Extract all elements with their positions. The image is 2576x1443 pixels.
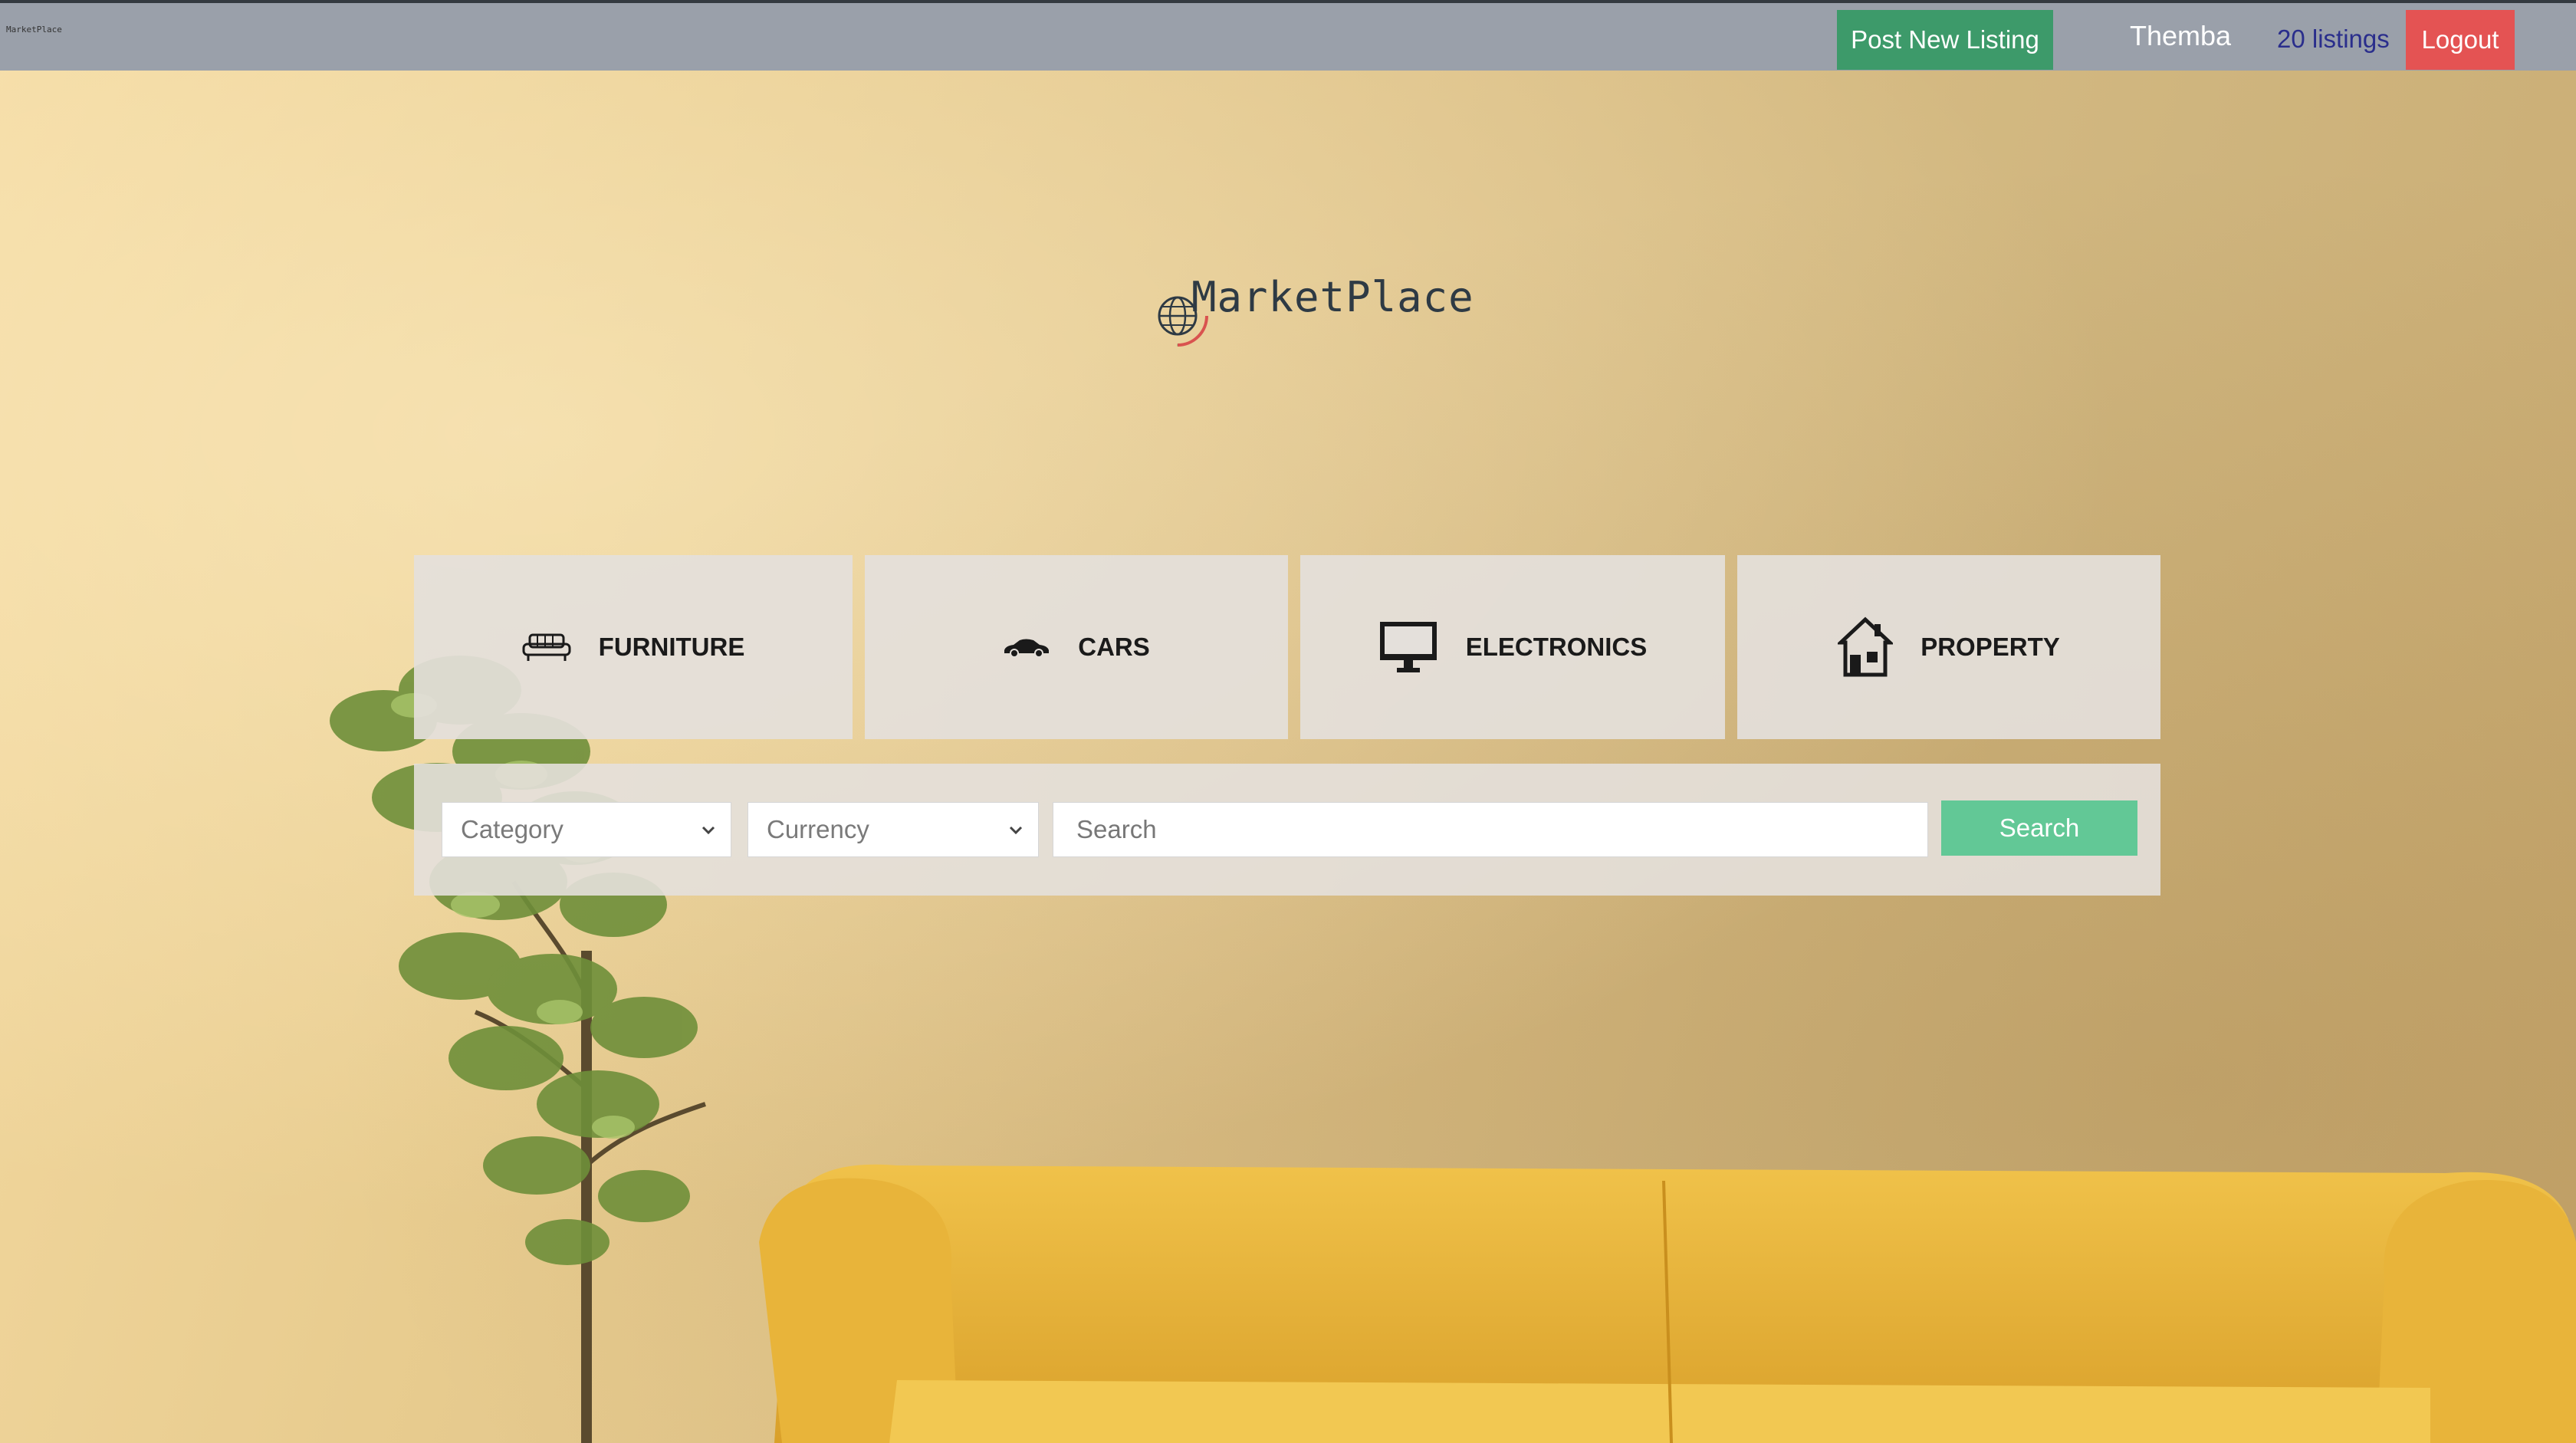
category-card-cars[interactable]: CARS [865, 555, 1288, 739]
logout-button[interactable]: Logout [2406, 10, 2515, 70]
sofa-decoration [759, 1164, 2576, 1443]
brand-name: MarketPlace [1191, 273, 1474, 321]
chevron-down-icon [702, 826, 715, 835]
post-new-listing-button[interactable]: Post New Listing [1837, 10, 2053, 70]
category-label-furniture: FURNITURE [598, 633, 745, 661]
search-button[interactable]: Search [1941, 800, 2137, 856]
category-label-property: PROPERTY [1921, 633, 2060, 661]
category-card-furniture[interactable]: FURNITURE [414, 555, 853, 739]
sofa-icon [522, 632, 571, 662]
search-panel: Category Currency Search [414, 764, 2160, 896]
car-icon [1003, 636, 1050, 658]
currency-select[interactable]: Currency [748, 802, 1039, 857]
category-label-cars: CARS [1078, 633, 1150, 661]
search-input[interactable] [1053, 802, 1928, 857]
category-select[interactable]: Category [442, 802, 731, 857]
monitor-icon [1378, 620, 1438, 674]
category-label-electronics: ELECTRONICS [1465, 633, 1648, 661]
my-listings-link[interactable]: 20 listings [2277, 25, 2390, 54]
currency-select-value: Currency [767, 815, 869, 843]
navbar-logo[interactable]: MarketPlace [6, 25, 62, 35]
chevron-down-icon [1009, 826, 1023, 835]
top-navbar: MarketPlace Post New Listing Themba 20 l… [0, 0, 2576, 71]
plant-decoration [330, 656, 706, 1443]
username-label: Themba [2130, 20, 2232, 51]
category-card-electronics[interactable]: ELECTRONICS [1300, 555, 1725, 739]
category-card-property[interactable]: PROPERTY [1737, 555, 2160, 739]
house-icon [1838, 616, 1894, 678]
brand-logo: MarketPlace [1145, 273, 1474, 357]
category-select-value: Category [461, 815, 564, 843]
